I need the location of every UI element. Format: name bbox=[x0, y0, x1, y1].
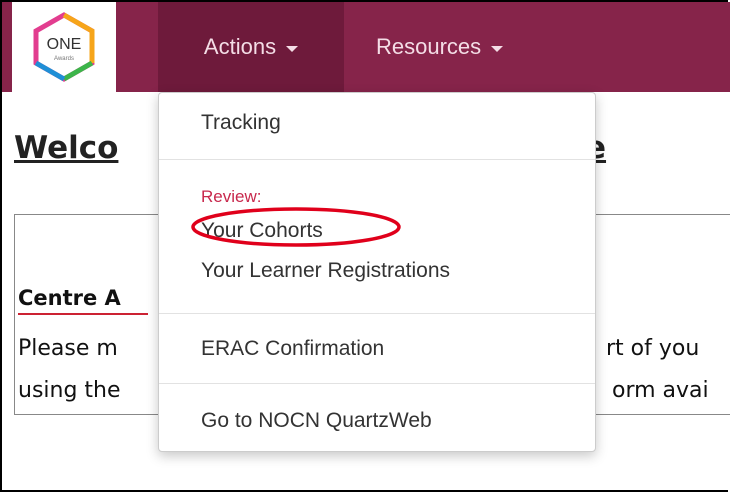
menu-header-review: Review: bbox=[201, 187, 262, 206]
caret-down-icon bbox=[286, 46, 299, 52]
body-text-line1-left: Please m bbox=[18, 336, 118, 361]
body-text-line1-right: rt of you bbox=[606, 336, 700, 361]
highlight-ellipse-annotation bbox=[191, 207, 401, 247]
menu-item-learner-registrations[interactable]: Your Learner Registrations bbox=[201, 259, 450, 283]
menu-item-tracking[interactable]: Tracking bbox=[201, 111, 281, 135]
nav-resources-menu[interactable]: Resources bbox=[360, 2, 566, 92]
nav-actions-label: Actions bbox=[203, 34, 277, 59]
nav-resources-label: Resources bbox=[376, 34, 482, 59]
heading-underline bbox=[18, 313, 148, 315]
menu-item-nocn-quartzweb[interactable]: Go to NOCN QuartzWeb bbox=[201, 409, 432, 433]
one-awards-logo[interactable]: ONE Awards bbox=[12, 2, 116, 92]
one-awards-logo-icon: ONE Awards bbox=[33, 12, 95, 82]
actions-dropdown-menu: Tracking Review: Your Cohorts Your Learn… bbox=[158, 92, 596, 452]
top-navbar: ONE Awards Actions Resources bbox=[2, 2, 730, 92]
menu-divider bbox=[159, 313, 595, 314]
menu-divider bbox=[159, 383, 595, 384]
menu-item-erac-confirmation[interactable]: ERAC Confirmation bbox=[201, 337, 384, 361]
menu-divider bbox=[159, 159, 595, 160]
page-title: Welco bbox=[14, 130, 119, 166]
caret-down-icon bbox=[491, 46, 504, 52]
body-text-line2-right: orm avai bbox=[612, 378, 709, 403]
logo-subtext: Awards bbox=[54, 56, 74, 62]
logo-text: ONE bbox=[47, 36, 82, 53]
nav-actions-menu[interactable]: Actions bbox=[158, 2, 344, 92]
centre-section-heading: Centre A bbox=[18, 286, 121, 310]
body-text-line2-left: using the bbox=[18, 378, 121, 403]
